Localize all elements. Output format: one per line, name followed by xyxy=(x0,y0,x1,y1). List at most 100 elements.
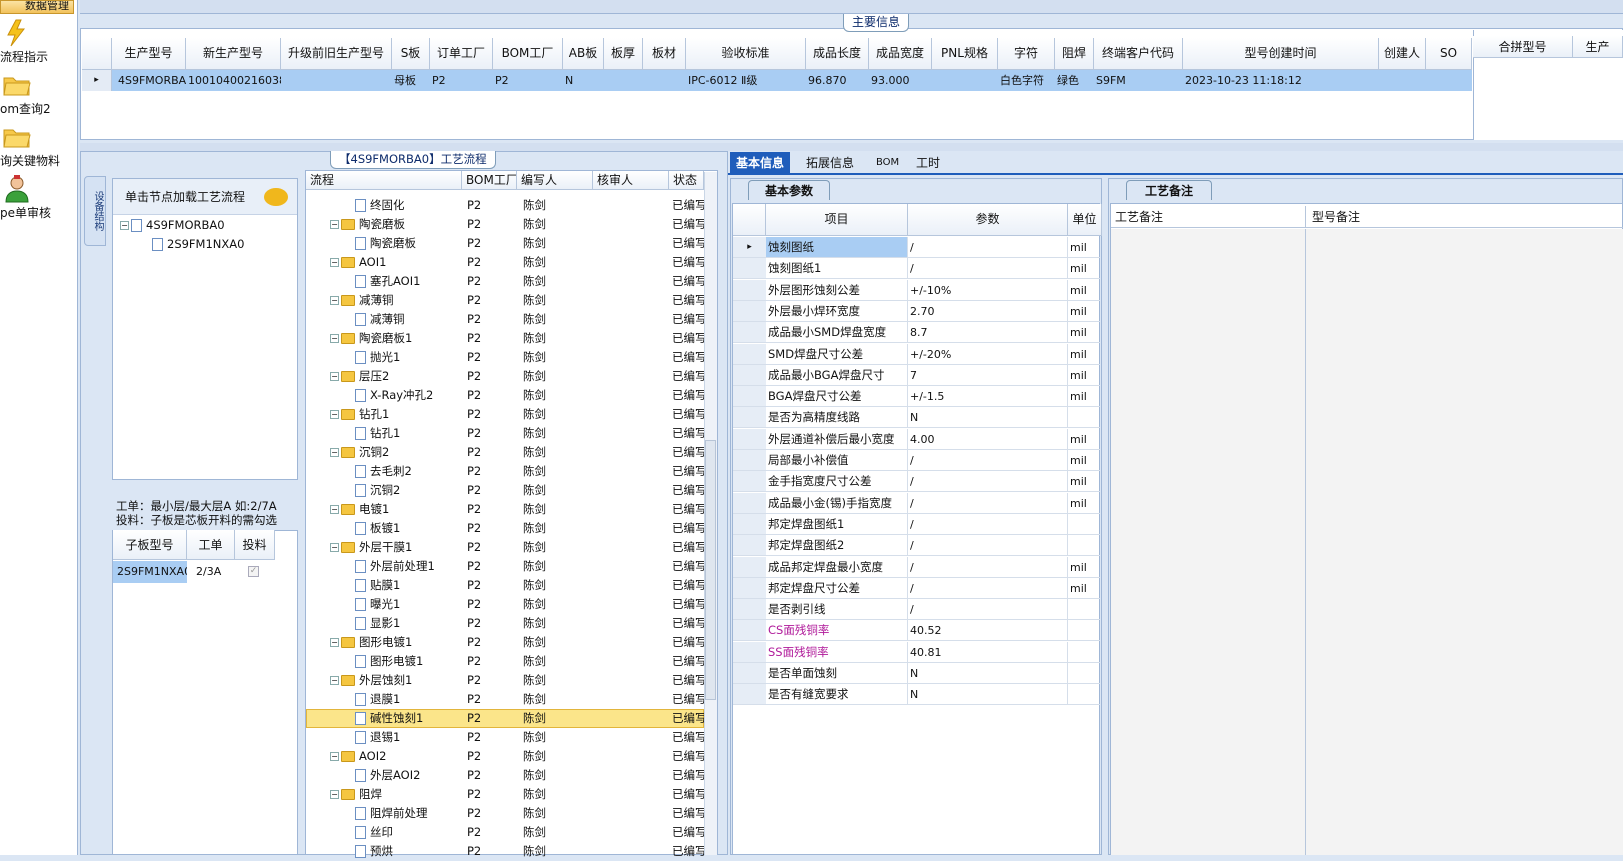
process-cell-status[interactable]: 已编写 xyxy=(670,424,704,443)
process-cell-writer[interactable]: 陈剑 xyxy=(521,196,571,215)
process-cell-status[interactable]: 已编写 xyxy=(670,785,704,804)
process-cell-writer[interactable]: 陈剑 xyxy=(521,785,571,804)
param-item[interactable]: 邦定焊盘图纸1 xyxy=(766,513,908,535)
cell-length[interactable]: 96.870 xyxy=(806,70,866,91)
param-item[interactable]: 成品最小BGA焊盘尺寸 xyxy=(766,364,908,386)
process-cell-status[interactable]: 已编写 xyxy=(670,709,704,728)
process-cell-status[interactable]: 已编写 xyxy=(670,671,704,690)
sub-header-order[interactable]: 工单 xyxy=(187,530,235,560)
remarks-header-model[interactable]: 型号备注 xyxy=(1306,206,1623,228)
row-selector[interactable] xyxy=(733,407,766,429)
process-cell-status[interactable]: 已编写 xyxy=(670,253,704,272)
process-cell-status[interactable]: 已编写 xyxy=(670,348,704,367)
param-item[interactable]: 是否单面蚀刻 xyxy=(766,663,908,684)
process-step-name[interactable]: − 图形电镀1 xyxy=(330,633,412,652)
param-value[interactable]: N xyxy=(908,684,1068,706)
process-step-name[interactable]: − 外层蚀刻1 xyxy=(330,671,412,690)
process-cell-factory[interactable]: P2 xyxy=(465,367,515,386)
process-step-name[interactable]: 曝光1 xyxy=(355,595,400,614)
param-item[interactable]: CS面残铜率 xyxy=(766,620,908,642)
process-cell-factory[interactable]: P2 xyxy=(465,614,515,633)
process-cell-factory[interactable]: P2 xyxy=(465,633,515,652)
param-value[interactable]: / xyxy=(908,450,1068,471)
process-step-name[interactable]: 塞孔AOI1 xyxy=(355,272,420,291)
cell-char[interactable]: 白色字符 xyxy=(998,70,1048,91)
row-selector[interactable] xyxy=(733,471,766,493)
process-cell-status[interactable]: 已编写 xyxy=(670,234,704,253)
process-step-name[interactable]: 减薄铜 xyxy=(355,310,405,329)
process-cell-writer[interactable]: 陈剑 xyxy=(521,462,571,481)
process-step-name[interactable]: 预烘 xyxy=(355,842,393,861)
collapse-icon[interactable]: − xyxy=(330,752,339,761)
param-value[interactable]: 8.7 xyxy=(908,322,1068,344)
process-cell-writer[interactable]: 陈剑 xyxy=(521,538,571,557)
row-selector[interactable] xyxy=(733,300,766,322)
sub-cell-model[interactable]: 2S9FM1NXA0 xyxy=(115,561,187,582)
process-cell-writer[interactable]: 陈剑 xyxy=(521,272,571,291)
process-cell-factory[interactable]: P2 xyxy=(465,519,515,538)
process-cell-status[interactable]: 已编写 xyxy=(670,367,704,386)
row-selector[interactable] xyxy=(733,364,766,386)
process-cell-writer[interactable]: 陈剑 xyxy=(521,766,571,785)
process-cell-writer[interactable]: 陈剑 xyxy=(521,614,571,633)
row-selector[interactable] xyxy=(733,599,766,621)
param-value[interactable]: / xyxy=(908,471,1068,493)
params-header-item[interactable]: 项目 xyxy=(766,204,908,236)
collapse-icon[interactable]: − xyxy=(330,410,339,419)
param-value[interactable]: 4.00 xyxy=(908,428,1068,450)
process-step-name[interactable]: 退锡1 xyxy=(355,728,400,747)
process-cell-writer[interactable]: 陈剑 xyxy=(521,386,571,405)
main-info-header-16[interactable]: 型号创建时间 xyxy=(1183,38,1379,70)
process-cell-writer[interactable]: 陈剑 xyxy=(521,709,571,728)
collapse-icon[interactable]: − xyxy=(330,258,339,267)
process-step-name[interactable]: 板镀1 xyxy=(355,519,400,538)
sub-header-model[interactable]: 子板型号 xyxy=(113,530,187,560)
process-cell-writer[interactable]: 陈剑 xyxy=(521,690,571,709)
param-value[interactable]: +/-20% xyxy=(908,343,1068,365)
row-selector[interactable] xyxy=(733,343,766,365)
process-cell-writer[interactable]: 陈剑 xyxy=(521,671,571,690)
sidebar-item-bom[interactable]: om查询2 xyxy=(0,70,76,117)
row-selector[interactable] xyxy=(733,513,766,535)
process-cell-factory[interactable]: P2 xyxy=(465,747,515,766)
row-selector[interactable] xyxy=(733,577,766,599)
process-cell-status[interactable]: 已编写 xyxy=(670,842,704,861)
process-cell-factory[interactable]: P2 xyxy=(465,690,515,709)
tab-bom[interactable]: BOM xyxy=(870,152,905,174)
param-item[interactable]: SS面残铜率 xyxy=(766,641,908,663)
row-selector[interactable] xyxy=(733,556,766,578)
process-cell-status[interactable]: 已编写 xyxy=(670,215,704,234)
param-item[interactable]: 局部最小补偿值 xyxy=(766,450,908,471)
process-step-name[interactable]: − AOI1 xyxy=(330,253,386,272)
collapse-icon[interactable]: − xyxy=(330,448,339,457)
process-cell-status[interactable]: 已编写 xyxy=(670,557,704,576)
process-cell-status[interactable]: 已编写 xyxy=(670,595,704,614)
params-header-value[interactable]: 参数 xyxy=(908,204,1068,236)
process-cell-factory[interactable]: P2 xyxy=(465,500,515,519)
param-item[interactable]: 邦定焊盘尺寸公差 xyxy=(766,577,908,599)
param-item[interactable]: SMD焊盘尺寸公差 xyxy=(766,343,908,365)
row-selector[interactable] xyxy=(733,279,766,301)
params-header-unit[interactable]: 单位 xyxy=(1068,204,1102,236)
tree-node-child[interactable]: 2S9FM1NXA0 xyxy=(152,235,244,254)
process-scroll-thumb[interactable] xyxy=(705,440,716,700)
main-info-header-12[interactable]: PNL规格 xyxy=(932,38,998,70)
row-selector[interactable] xyxy=(733,322,766,344)
horizontal-splitter[interactable] xyxy=(80,143,1623,151)
sidebar-header[interactable]: 数据管理 xyxy=(0,0,74,14)
process-cell-status[interactable]: 已编写 xyxy=(670,196,704,215)
param-value[interactable]: / xyxy=(908,556,1068,578)
process-cell-status[interactable]: 已编写 xyxy=(670,823,704,842)
param-value[interactable]: +/-1.5 xyxy=(908,386,1068,408)
cell-ab-board[interactable]: N xyxy=(563,70,583,91)
param-value[interactable]: 7 xyxy=(908,364,1068,386)
process-step-name[interactable]: 抛光1 xyxy=(355,348,400,367)
process-cell-status[interactable]: 已编写 xyxy=(670,443,704,462)
process-header-3[interactable]: 核审人 xyxy=(593,171,669,190)
param-value[interactable]: 2.70 xyxy=(908,300,1068,322)
cell-solder[interactable]: 绿色 xyxy=(1055,70,1095,91)
process-cell-status[interactable]: 已编写 xyxy=(670,500,704,519)
process-cell-status[interactable]: 已编写 xyxy=(670,310,704,329)
process-cell-factory[interactable]: P2 xyxy=(465,652,515,671)
cell-s-board[interactable]: 母板 xyxy=(392,70,427,91)
